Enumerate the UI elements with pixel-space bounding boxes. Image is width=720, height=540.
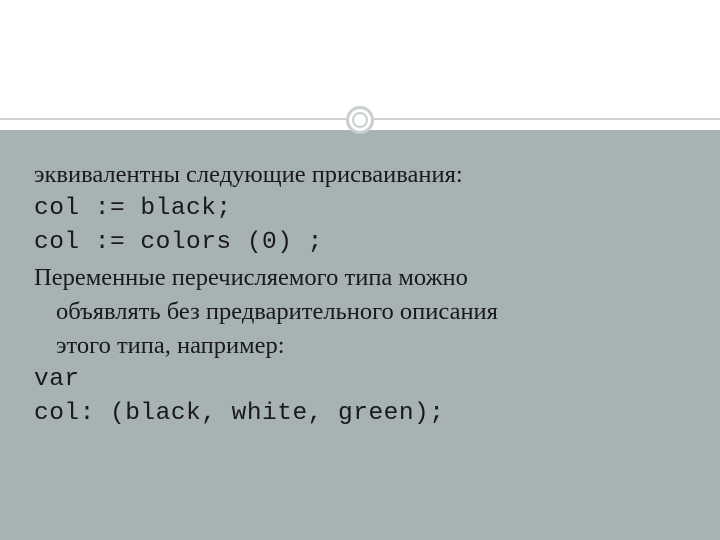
code-line-2: col := colors (0) ;	[34, 226, 686, 260]
slide: эквивалентны следующие присваивания: col…	[0, 0, 720, 540]
para2-cont1: объявлять без предварительного описания	[34, 295, 686, 329]
slide-body: эквивалентны следующие присваивания: col…	[0, 130, 720, 430]
text-para-2: Переменные перечисляемого типа можно	[34, 261, 686, 295]
circle-ornament-icon	[346, 106, 374, 134]
code-line-1: col := black;	[34, 192, 686, 226]
para2-line1: Переменные перечисляемого типа можно	[34, 264, 468, 291]
code-line-3: var	[34, 363, 686, 397]
text-line-1: эквивалентны следующие присваивания:	[34, 158, 686, 192]
code-line-4: col: (black, white, green);	[34, 397, 686, 431]
para2-cont2: этого типа, например:	[34, 329, 686, 363]
